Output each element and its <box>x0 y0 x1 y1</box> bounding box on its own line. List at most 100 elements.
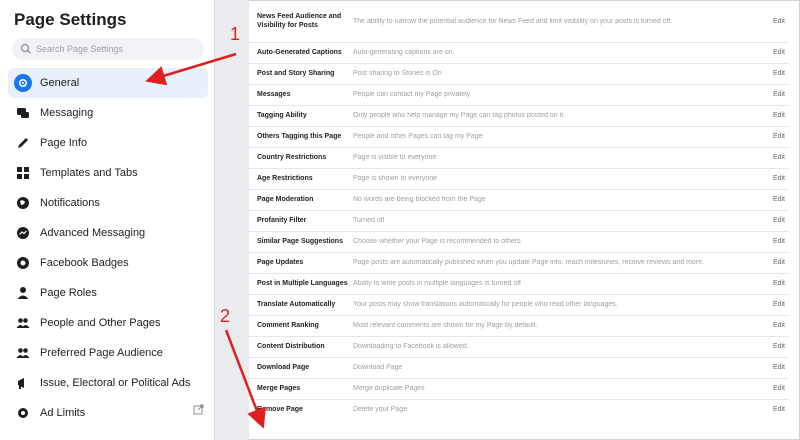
edit-link[interactable]: Edit <box>763 217 789 224</box>
edit-link[interactable]: Edit <box>763 18 789 25</box>
grid-icon <box>14 164 32 182</box>
edit-link[interactable]: Edit <box>763 406 789 413</box>
setting-name: Download Page <box>257 364 310 371</box>
badge-icon <box>14 254 32 272</box>
page-title: Page Settings <box>14 10 127 29</box>
gear-icon <box>14 74 32 92</box>
setting-description: Downloading to Facebook is allowed. <box>353 343 469 350</box>
edit-link[interactable]: Edit <box>763 322 789 329</box>
setting-name: News Feed Audience and Visibility for Po… <box>257 13 342 29</box>
sidebar-item-preferred-page-audience[interactable]: Preferred Page Audience <box>8 338 208 368</box>
edit-link[interactable]: Edit <box>763 301 789 308</box>
settings-row[interactable]: Age Restrictions Page is shown to everyo… <box>249 168 789 190</box>
settings-row[interactable]: Auto-Generated Captions Auto-generating … <box>249 42 789 64</box>
edit-link[interactable]: Edit <box>763 70 789 77</box>
setting-name: Remove Page <box>257 406 303 413</box>
edit-link[interactable]: Edit <box>763 112 789 119</box>
edit-link[interactable]: Edit <box>763 175 789 182</box>
sidebar-item-advanced-messaging[interactable]: Advanced Messaging <box>8 218 208 248</box>
setting-name: Profanity Filter <box>257 217 307 224</box>
settings-row-remove-page[interactable]: Remove Page Delete your Page Edit <box>249 399 789 420</box>
settings-table: News Feed Audience and Visibility for Po… <box>249 0 800 440</box>
sidebar-item-label: Issue, Electoral or Political Ads <box>40 377 191 389</box>
search-input[interactable]: Search Page Settings <box>12 38 204 60</box>
setting-description: Delete your Page <box>353 406 408 413</box>
sidebar: Page Settings Search Page Settings Gener… <box>0 0 215 440</box>
person-icon <box>14 284 32 302</box>
sidebar-item-facebook-badges[interactable]: Facebook Badges <box>8 248 208 278</box>
setting-name: Comment Ranking <box>257 322 319 329</box>
edit-link[interactable]: Edit <box>763 154 789 161</box>
setting-name: Similar Page Suggestions <box>257 238 343 245</box>
sidebar-item-templates-and-tabs[interactable]: Templates and Tabs <box>8 158 208 188</box>
sidebar-item-page-info[interactable]: Page Info <box>8 128 208 158</box>
edit-link[interactable]: Edit <box>763 259 789 266</box>
sidebar-item-label: People and Other Pages <box>40 317 161 329</box>
settings-row[interactable]: Others Tagging this Page People and othe… <box>249 126 789 148</box>
sidebar-item-label: Page Info <box>40 137 88 149</box>
setting-description: Merge duplicate Pages <box>353 385 425 392</box>
sidebar-item-people-and-other-pages[interactable]: People and Other Pages <box>8 308 208 338</box>
sidebar-item-label: Ad Limits <box>40 407 86 419</box>
settings-row[interactable]: Comment Ranking Most relevant comments a… <box>249 315 789 337</box>
people-icon <box>14 344 32 362</box>
setting-name: Age Restrictions <box>257 175 313 182</box>
external-link-icon[interactable] <box>193 404 204 415</box>
edit-link[interactable]: Edit <box>763 343 789 350</box>
setting-name: Tagging Ability <box>257 112 307 119</box>
sidebar-item-label: Templates and Tabs <box>40 167 138 179</box>
setting-name: Page Moderation <box>257 196 314 203</box>
settings-row[interactable]: Merge Pages Merge duplicate Pages Edit <box>249 378 789 400</box>
setting-name: Page Updates <box>257 259 304 266</box>
chat-icon <box>14 104 32 122</box>
settings-row[interactable]: Messages People can contact my Page priv… <box>249 84 789 106</box>
edit-link[interactable]: Edit <box>763 133 789 140</box>
settings-row[interactable]: Download Page Download Page Edit <box>249 357 789 379</box>
sidebar-item-ad-limits[interactable]: Ad Limits <box>8 398 208 428</box>
sidebar-item-messaging[interactable]: Messaging <box>8 98 208 128</box>
setting-description: Page is visible to everyone <box>353 154 437 161</box>
setting-name: Post and Story Sharing <box>257 70 335 77</box>
sidebar-item-political-ads[interactable]: Issue, Electoral or Political Ads <box>8 368 208 398</box>
setting-name: Country Restrictions <box>257 154 327 161</box>
setting-description: Only people who help manage my Page can … <box>353 112 566 119</box>
sidebar-item-page-roles[interactable]: Page Roles <box>8 278 208 308</box>
settings-row[interactable]: Profanity Filter Turned off Edit <box>249 210 789 232</box>
people-icon <box>14 314 32 332</box>
settings-row[interactable]: Translate Automatically Your posts may s… <box>249 294 789 316</box>
settings-row[interactable]: News Feed Audience and Visibility for Po… <box>249 0 789 43</box>
search-placeholder: Search Page Settings <box>36 44 124 54</box>
setting-description: Post sharing to Stories is On <box>353 70 442 77</box>
setting-description: No words are being blocked from the Page <box>353 196 486 203</box>
annotation-number-2: 2 <box>220 306 231 326</box>
settings-row[interactable]: Content Distribution Downloading to Face… <box>249 336 789 358</box>
settings-row[interactable]: Post and Story Sharing Post sharing to S… <box>249 63 789 85</box>
settings-row[interactable]: Similar Page Suggestions Choose whether … <box>249 231 789 253</box>
settings-row[interactable]: Page Updates Page posts are automaticall… <box>249 252 789 274</box>
setting-description: Most relevant comments are shown for my … <box>353 322 538 329</box>
edit-link[interactable]: Edit <box>763 91 789 98</box>
edit-link[interactable]: Edit <box>763 238 789 245</box>
setting-description: Auto-generating captions are on. <box>353 49 455 56</box>
pencil-icon <box>14 134 32 152</box>
edit-link[interactable]: Edit <box>763 385 789 392</box>
setting-name: Messages <box>257 91 291 98</box>
sidebar-item-label: Advanced Messaging <box>40 227 146 239</box>
settings-row[interactable]: Post in Multiple Languages Ability to wr… <box>249 273 789 295</box>
settings-row[interactable]: Page Moderation No words are being block… <box>249 189 789 211</box>
setting-description: People can contact my Page privately <box>353 91 471 98</box>
sidebar-item-label: Page Roles <box>40 287 97 299</box>
edit-link[interactable]: Edit <box>763 364 789 371</box>
setting-description: Turned off <box>353 217 385 224</box>
settings-row[interactable]: Tagging Ability Only people who help man… <box>249 105 789 127</box>
edit-link[interactable]: Edit <box>763 196 789 203</box>
setting-description: Download Page <box>353 364 403 371</box>
sidebar-item-general[interactable]: General <box>8 68 208 98</box>
edit-link[interactable]: Edit <box>763 280 789 287</box>
edit-link[interactable]: Edit <box>763 49 789 56</box>
setting-description: Page posts are automatically published w… <box>353 259 704 266</box>
setting-name: Auto-Generated Captions <box>257 49 342 56</box>
sidebar-item-notifications[interactable]: Notifications <box>8 188 208 218</box>
settings-row[interactable]: Country Restrictions Page is visible to … <box>249 147 789 169</box>
content-gutter <box>215 0 249 440</box>
